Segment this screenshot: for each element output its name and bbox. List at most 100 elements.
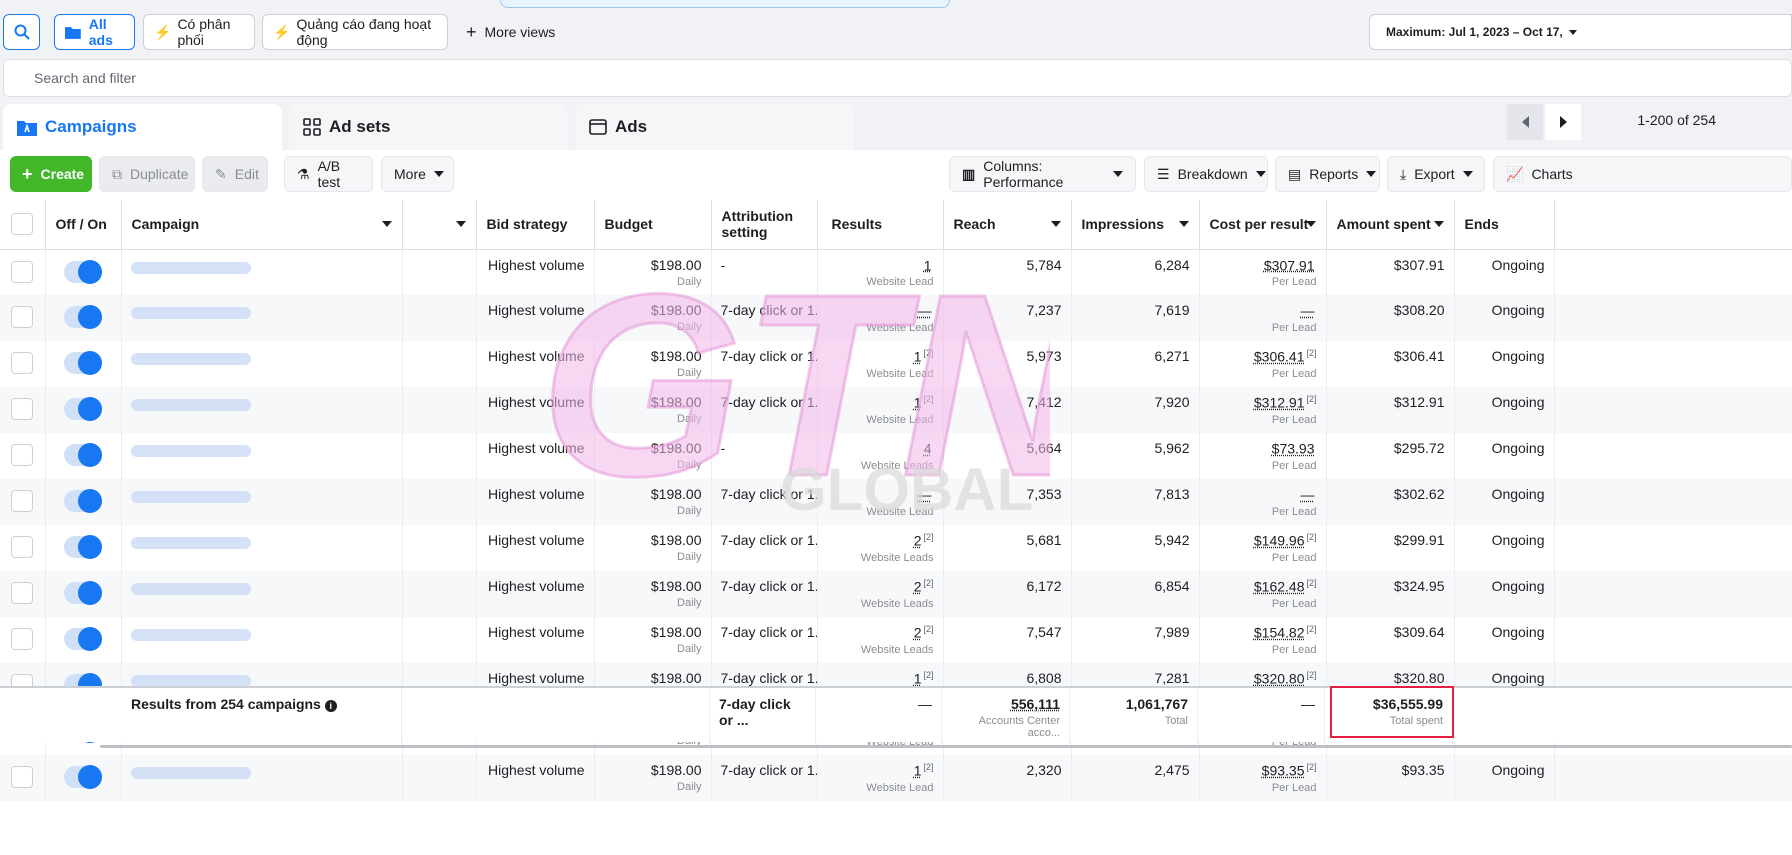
export-button[interactable]: ⤓ Export [1387, 156, 1485, 192]
cpr-value[interactable]: $320.80 [1254, 671, 1305, 687]
search-filter-input[interactable]: Search and filter [3, 59, 1792, 97]
results-value[interactable]: — [918, 487, 932, 503]
row-checkbox[interactable] [11, 582, 34, 604]
edit-button[interactable]: ✎ Edit [202, 156, 268, 192]
duplicate-button[interactable]: ⧉ Duplicate [99, 156, 195, 192]
campaign-name-blurred[interactable] [130, 583, 251, 595]
more-views-button[interactable]: + More views [458, 14, 558, 50]
campaign-name-blurred[interactable] [130, 353, 251, 365]
cpr-value[interactable]: — [1301, 487, 1315, 503]
tab-campaigns[interactable]: Campaigns [3, 104, 282, 150]
campaign-name-cell[interactable] [121, 617, 403, 663]
campaign-name-blurred[interactable] [130, 767, 251, 779]
row-checkbox[interactable] [11, 490, 34, 512]
campaign-toggle[interactable] [64, 627, 102, 651]
results-value[interactable]: 4 [924, 441, 932, 457]
table-row[interactable]: Highest volume $198.00 Daily 7-day click or… [0, 525, 1792, 571]
tab-ads[interactable]: Ads [575, 104, 854, 150]
header-bid-strategy[interactable]: Bid strategy [476, 200, 595, 250]
row-checkbox[interactable] [11, 352, 34, 374]
campaign-toggle[interactable] [64, 581, 102, 605]
campaign-name-blurred[interactable] [130, 307, 251, 319]
row-checkbox[interactable] [11, 628, 34, 650]
select-all-checkbox[interactable] [11, 213, 34, 236]
campaign-name-cell[interactable] [121, 525, 403, 571]
table-row[interactable]: Highest volume $198.00 Daily 7-day click or… [0, 571, 1792, 617]
table-row[interactable]: Highest volume $198.00 Daily - 1 Website Lead… [0, 249, 1792, 295]
header-attribution[interactable]: Attribution setting [711, 200, 818, 250]
header-budget[interactable]: Budget [594, 200, 712, 250]
campaign-toggle[interactable] [64, 489, 102, 513]
view-co-phan-phoi-button[interactable]: ⚡ Có phân phối [143, 14, 255, 50]
tab-ad-sets[interactable]: Ad sets [289, 104, 568, 150]
campaign-name-blurred[interactable] [130, 261, 251, 274]
header-ends[interactable]: Ends [1454, 200, 1555, 250]
results-value[interactable]: 1 [914, 395, 922, 411]
table-row[interactable]: Highest volume $198.00 Daily 7-day click or… [0, 617, 1792, 663]
all-ads-button[interactable]: All ads [54, 14, 135, 50]
reports-button[interactable]: ▤ Reports [1275, 156, 1380, 192]
campaign-name-cell[interactable] [121, 249, 403, 295]
summary-reach-value[interactable]: 556,111 [951, 696, 1060, 712]
results-value[interactable]: 1 [924, 257, 932, 273]
horizontal-scrollbar[interactable] [100, 745, 1792, 748]
next-page-button[interactable] [1545, 104, 1581, 140]
campaign-toggle[interactable] [64, 305, 102, 329]
row-checkbox[interactable] [11, 536, 34, 558]
date-range-picker[interactable]: Maximum: Jul 1, 2023 – Oct 17, [1369, 14, 1792, 50]
table-row[interactable]: Highest volume $198.00 Daily 7-day click or… [0, 755, 1792, 801]
results-value[interactable]: 1 [914, 349, 922, 365]
header-blank[interactable] [402, 200, 477, 250]
search-button[interactable] [3, 14, 40, 50]
results-value[interactable]: — [918, 303, 932, 319]
results-value[interactable]: 2 [914, 625, 922, 641]
campaign-toggle[interactable] [64, 397, 102, 421]
campaign-name-blurred[interactable] [130, 491, 251, 503]
campaign-name-cell[interactable] [121, 341, 403, 387]
row-checkbox[interactable] [11, 260, 34, 283]
row-checkbox[interactable] [11, 398, 34, 420]
create-button[interactable]: + Create [10, 156, 92, 192]
campaign-name-cell[interactable] [121, 295, 403, 341]
prev-page-button[interactable] [1507, 104, 1543, 140]
campaign-toggle[interactable] [64, 351, 102, 375]
cpr-value[interactable]: $93.35 [1262, 763, 1305, 779]
campaign-name-blurred[interactable] [130, 399, 251, 411]
results-value[interactable]: 2 [914, 579, 922, 595]
header-off-on[interactable]: Off / On [45, 200, 122, 250]
row-checkbox[interactable] [11, 444, 34, 466]
info-icon[interactable]: i [324, 700, 337, 712]
view-active-ads-button[interactable]: ⚡ Quảng cáo đang hoạt động [262, 14, 448, 50]
campaign-toggle[interactable] [64, 259, 102, 284]
cpr-value[interactable]: $154.82 [1254, 625, 1305, 641]
campaign-name-cell[interactable] [121, 755, 403, 801]
header-campaign[interactable]: Campaign [121, 200, 403, 250]
campaign-name-blurred[interactable] [130, 537, 251, 549]
columns-button[interactable]: ▥ Columns: Performance [949, 156, 1136, 192]
table-row[interactable]: Highest volume $198.00 Daily 7-day click or… [0, 295, 1792, 341]
campaign-name-cell[interactable] [121, 387, 403, 433]
campaign-name-blurred[interactable] [130, 445, 251, 457]
cpr-value[interactable]: $162.48 [1254, 579, 1305, 595]
campaign-name-cell[interactable] [121, 479, 403, 525]
cpr-value[interactable]: $312.91 [1254, 395, 1305, 411]
results-value[interactable]: 1 [914, 763, 922, 779]
header-impressions[interactable]: Impressions [1071, 200, 1200, 250]
campaign-toggle[interactable] [64, 535, 102, 559]
header-results[interactable]: Results [817, 200, 944, 250]
campaign-toggle[interactable] [64, 443, 102, 467]
table-row[interactable]: Highest volume $198.00 Daily 7-day click or… [0, 387, 1792, 433]
campaign-name-blurred[interactable] [130, 629, 251, 641]
results-value[interactable]: 2 [914, 533, 922, 549]
results-value[interactable]: 1 [914, 671, 922, 687]
table-row[interactable]: Highest volume $198.00 Daily 7-day click or… [0, 479, 1792, 525]
table-row[interactable]: Highest volume $198.00 Daily 7-day click or… [0, 341, 1792, 387]
cpr-value[interactable]: $307.91 [1264, 257, 1315, 273]
cpr-value[interactable]: $149.96 [1254, 533, 1305, 549]
header-amount-spent[interactable]: Amount spent [1326, 200, 1455, 250]
row-checkbox[interactable] [11, 306, 34, 328]
row-checkbox[interactable] [11, 766, 34, 788]
campaign-toggle[interactable] [64, 765, 102, 789]
breakdown-button[interactable]: ☰ Breakdown [1144, 156, 1268, 192]
cpr-value[interactable]: — [1301, 303, 1315, 319]
